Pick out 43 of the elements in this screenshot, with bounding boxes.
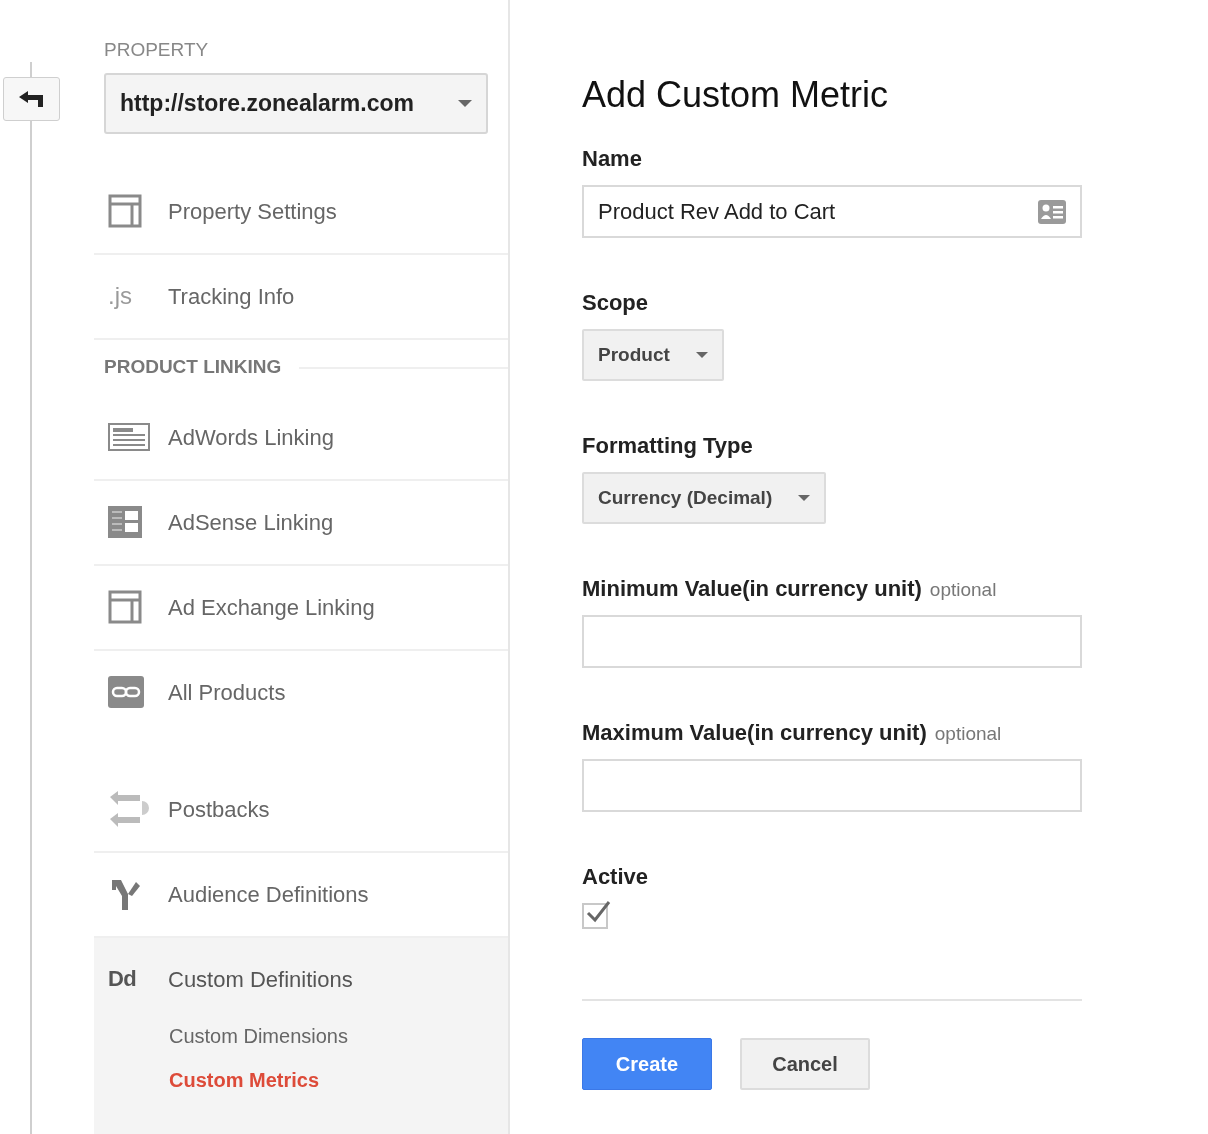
cancel-button[interactable]: Cancel xyxy=(740,1038,870,1090)
field-label: Scope xyxy=(582,289,649,317)
page-title: Add Custom Metric xyxy=(582,73,890,117)
js-icon: .js xyxy=(108,284,132,308)
optional-hint: optional xyxy=(934,722,1002,746)
caret-icon xyxy=(458,99,472,107)
dd-icon: Dd xyxy=(108,968,137,990)
caret-icon xyxy=(695,352,708,358)
select-dropdown[interactable]: Currency (Decimal) xyxy=(582,472,827,524)
layout-icon xyxy=(108,194,142,228)
value-field[interactable] xyxy=(582,615,1082,668)
field-label: Maximum Value(in currency unit) xyxy=(582,719,927,747)
sidebar-item[interactable]: AdWords Linking xyxy=(94,395,508,479)
sidebar-item[interactable]: Postbacks xyxy=(94,767,508,851)
field-label: Formatting Type xyxy=(582,432,753,460)
sidebar-item[interactable]: Audience Definitions xyxy=(94,852,508,936)
sidebar-item[interactable]: .js Tracking Info xyxy=(94,254,508,338)
property-label: PROPERTY xyxy=(104,38,210,62)
sidebar-item[interactable]: Property Settings xyxy=(94,169,508,253)
sidebar-subitem[interactable]: Custom Metrics xyxy=(169,1064,320,1095)
link-icon xyxy=(108,676,144,708)
back-button[interactable] xyxy=(3,77,60,121)
section-heading: PRODUCT LINKING xyxy=(104,355,282,380)
create-button[interactable]: Create xyxy=(582,1038,712,1090)
contact-card-icon xyxy=(1038,199,1066,224)
name-field[interactable]: Product Rev Add to Cart xyxy=(582,185,1082,238)
sidebar-item[interactable]: Ad Exchange Linking xyxy=(94,565,508,649)
active-checkbox[interactable] xyxy=(582,903,608,929)
newspaper-icon xyxy=(108,423,150,451)
field-label: Active xyxy=(582,863,649,891)
sidebar-item[interactable]: AdSense Linking xyxy=(94,480,508,564)
back-arrow-icon xyxy=(18,91,45,107)
field-label: Minimum Value(in currency unit) xyxy=(582,575,922,603)
sidebar-item[interactable]: All Products xyxy=(94,650,508,734)
sidebar-subitem[interactable]: Custom Dimensions xyxy=(169,1020,348,1051)
property-dropdown[interactable]: http://store.zonealarm.com xyxy=(104,72,488,134)
field-label: Name xyxy=(582,145,642,173)
select-dropdown[interactable]: Product xyxy=(582,329,724,381)
caret-icon xyxy=(798,495,811,501)
optional-hint: optional xyxy=(929,578,997,602)
layout-icon xyxy=(108,590,142,624)
columns-icon xyxy=(108,506,142,538)
value-field[interactable] xyxy=(582,759,1082,812)
